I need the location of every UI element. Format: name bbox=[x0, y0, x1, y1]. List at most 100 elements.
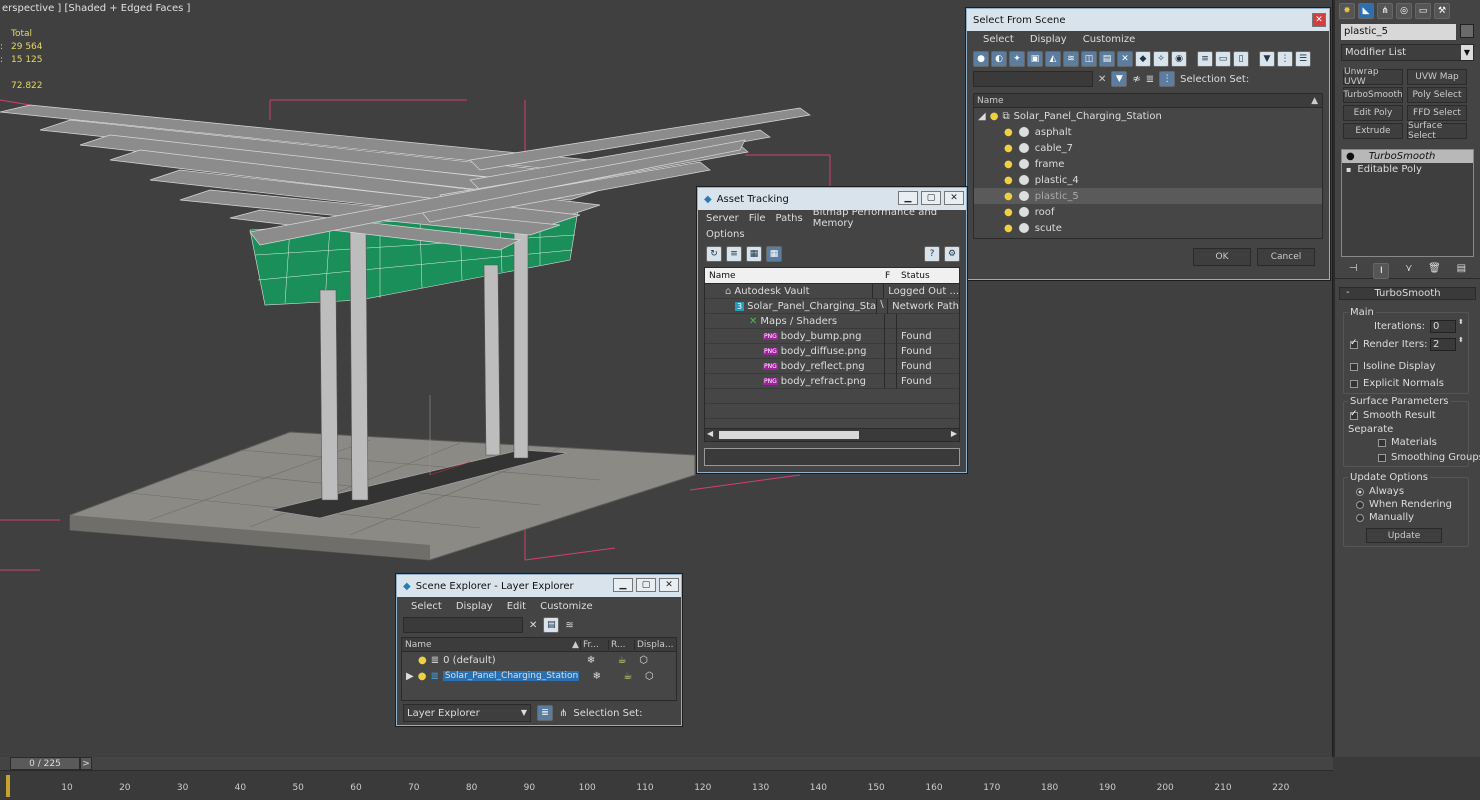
settings-icon[interactable]: ⚙ bbox=[944, 246, 960, 262]
motion-tab-icon[interactable]: ◎ bbox=[1396, 3, 1412, 19]
make-unique-icon[interactable]: ⋎ bbox=[1405, 263, 1412, 276]
hierarchy-tab-icon[interactable]: ⋔ bbox=[1377, 3, 1393, 19]
none-icon[interactable]: ▯ bbox=[1233, 51, 1249, 67]
when-rendering-row[interactable]: When Rendering bbox=[1356, 499, 1452, 510]
scene-explorer-titlebar[interactable]: ◆ Scene Explorer - Layer Explorer ▁ ▢ ✕ bbox=[397, 575, 681, 597]
spinner-arrows-icon[interactable]: ⬍ bbox=[1458, 318, 1464, 326]
tree-root-row[interactable]: ◢ ● ⧉ Solar_Panel_Charging_Station bbox=[974, 108, 1322, 124]
light-bulb-icon[interactable]: ● bbox=[1004, 175, 1013, 186]
scroll-left-icon[interactable]: ◀ bbox=[707, 429, 713, 438]
layer-row-solar[interactable]: ▶ ● ≣ Solar_Panel_Charging_Station ❄ ☕ ⬡ bbox=[402, 668, 676, 684]
thumbnail-view-icon[interactable]: ▦ bbox=[746, 246, 762, 262]
light-bulb-icon[interactable]: ● bbox=[1004, 143, 1013, 154]
tree-item[interactable]: ● plastic_5 bbox=[974, 188, 1322, 204]
layer-row-default[interactable]: ● ≣ 0 (default) ❄ ☕ ⬡ bbox=[402, 652, 676, 668]
clear-search-icon[interactable]: ✕ bbox=[529, 620, 537, 631]
viewport-label[interactable]: erspective ] [Shaded + Edged Faces ] bbox=[2, 3, 190, 14]
smoothing-groups-row[interactable]: Smoothing Groups bbox=[1378, 452, 1480, 463]
search-input[interactable] bbox=[973, 71, 1093, 87]
display-tab-icon[interactable]: ▭ bbox=[1415, 3, 1431, 19]
filter-lights-icon[interactable]: ✦ bbox=[1009, 51, 1025, 67]
maximize-icon[interactable]: ▢ bbox=[636, 578, 656, 592]
all-icon[interactable]: ▭ bbox=[1215, 51, 1231, 67]
close-icon[interactable]: ✕ bbox=[1312, 13, 1326, 27]
tree-item[interactable]: ● roof bbox=[974, 204, 1322, 220]
filter-warps-icon[interactable]: ≋ bbox=[1063, 51, 1079, 67]
menu-edit[interactable]: Edit bbox=[507, 601, 526, 612]
list-view-icon[interactable]: ≡ bbox=[726, 246, 742, 262]
ok-button[interactable]: OK bbox=[1193, 248, 1251, 266]
selection-set-icon[interactable]: ⋮ bbox=[1159, 71, 1176, 87]
column-name[interactable]: Name bbox=[974, 96, 1311, 106]
funnel-icon[interactable]: ▼ bbox=[1259, 51, 1275, 67]
modifier-button-turbosmooth[interactable]: TurboSmooth bbox=[1343, 87, 1403, 103]
menu-display[interactable]: Display bbox=[1030, 34, 1067, 45]
asset-row[interactable]: PNG body_bump.png Found bbox=[705, 328, 959, 344]
scroll-thumb[interactable] bbox=[719, 431, 859, 439]
light-bulb-icon[interactable]: ● bbox=[1004, 159, 1013, 170]
light-bulb-icon[interactable]: ● bbox=[1004, 127, 1013, 138]
update-button[interactable]: Update bbox=[1366, 528, 1442, 543]
expand-icon[interactable]: ▪ bbox=[1346, 165, 1351, 174]
filter-icon[interactable]: ▤ bbox=[543, 617, 560, 633]
filter-xrefs-icon[interactable]: ▤ bbox=[1099, 51, 1115, 67]
filter-active-icon[interactable]: ▼ bbox=[1111, 71, 1128, 87]
menu-select[interactable]: Select bbox=[411, 601, 442, 612]
asset-row[interactable]: PNG body_refract.png Found bbox=[705, 373, 959, 389]
display-icon[interactable]: ⬡ bbox=[645, 671, 654, 682]
current-frame-marker[interactable] bbox=[6, 775, 10, 797]
modifier-button-ffd-select[interactable]: FFD Select bbox=[1407, 105, 1467, 121]
always-row[interactable]: Always bbox=[1356, 486, 1404, 497]
time-ruler[interactable]: 10 20 30 40 50 60 70 80 90 100 110 120 130 140 150 160 1… bbox=[0, 775, 1333, 800]
light-bulb-icon[interactable]: ● bbox=[1004, 207, 1013, 218]
minimize-icon[interactable]: ▁ bbox=[898, 191, 918, 205]
clear-search-icon[interactable]: ✕ bbox=[1098, 74, 1106, 85]
asset-row[interactable]: 3Solar_Panel_Charging_Statio...\Network … bbox=[705, 298, 959, 314]
refresh-icon[interactable]: ↻ bbox=[706, 246, 722, 262]
rollout-header[interactable]: - TurboSmooth bbox=[1339, 287, 1476, 300]
table-view-icon[interactable]: ▦ bbox=[766, 246, 782, 262]
menu-paths[interactable]: Paths bbox=[776, 213, 803, 224]
cancel-button[interactable]: Cancel bbox=[1257, 248, 1315, 266]
smoothing-groups-checkbox[interactable] bbox=[1378, 453, 1386, 462]
modify-tab-icon[interactable]: ◣ bbox=[1358, 3, 1374, 19]
light-bulb-icon[interactable]: ● bbox=[1346, 151, 1355, 162]
menu-select[interactable]: Select bbox=[983, 34, 1014, 45]
explicit-normals-checkbox[interactable] bbox=[1350, 379, 1358, 388]
freeze-icon[interactable]: ❄ bbox=[577, 655, 605, 666]
collapse-rollout-icon[interactable]: - bbox=[1346, 287, 1350, 298]
hierarchy-icon[interactable]: ⋮ bbox=[1277, 51, 1293, 67]
manually-radio[interactable] bbox=[1356, 513, 1364, 522]
materials-checkbox[interactable] bbox=[1378, 438, 1386, 447]
column-name[interactable]: Name bbox=[402, 640, 572, 650]
configure-sets-icon[interactable]: ▤ bbox=[1457, 263, 1466, 276]
filter-groups-icon[interactable]: ◫ bbox=[1081, 51, 1097, 67]
next-frame-button[interactable]: > bbox=[80, 757, 92, 770]
time-slider-track[interactable]: 0 / 225 > bbox=[0, 757, 1333, 771]
column-name[interactable]: Name bbox=[705, 271, 885, 281]
light-bulb-icon[interactable]: ● bbox=[1004, 223, 1013, 234]
modifier-button-unwrap-uvw[interactable]: Unwrap UVW bbox=[1343, 67, 1403, 87]
asset-row[interactable]: PNG body_diffuse.png Found bbox=[705, 343, 959, 359]
menu-display[interactable]: Display bbox=[456, 601, 493, 612]
show-end-result-icon[interactable]: Ⅰ bbox=[1373, 263, 1390, 279]
menu-customize[interactable]: Customize bbox=[1083, 34, 1136, 45]
modifier-button-uvw-map[interactable]: UVW Map bbox=[1407, 69, 1467, 85]
filter-cameras-icon[interactable]: ▣ bbox=[1027, 51, 1043, 67]
asset-path-field[interactable] bbox=[704, 448, 960, 466]
filter-frozen-icon[interactable]: ✧ bbox=[1153, 51, 1169, 67]
close-icon[interactable]: ✕ bbox=[944, 191, 964, 205]
menu-server[interactable]: Server bbox=[706, 213, 739, 224]
close-icon[interactable]: ✕ bbox=[659, 578, 679, 592]
horizontal-scrollbar[interactable]: ◀ ▶ bbox=[705, 428, 959, 441]
object-color-swatch[interactable] bbox=[1460, 24, 1474, 38]
explicit-normals-row[interactable]: Explicit Normals bbox=[1350, 378, 1444, 389]
materials-row[interactable]: Materials bbox=[1378, 437, 1437, 448]
smooth-result-checkbox[interactable] bbox=[1350, 409, 1358, 420]
display-icon[interactable]: ⬡ bbox=[639, 655, 648, 666]
create-tab-icon[interactable]: ✸ bbox=[1339, 3, 1355, 19]
teapot-icon[interactable]: ☕ bbox=[615, 671, 641, 682]
explorer-type-dropdown[interactable]: Layer Explorer ▼ bbox=[403, 704, 531, 722]
sort-icon[interactable]: ☰ bbox=[1295, 51, 1311, 67]
collapse-icon[interactable]: ◢ bbox=[978, 111, 986, 122]
